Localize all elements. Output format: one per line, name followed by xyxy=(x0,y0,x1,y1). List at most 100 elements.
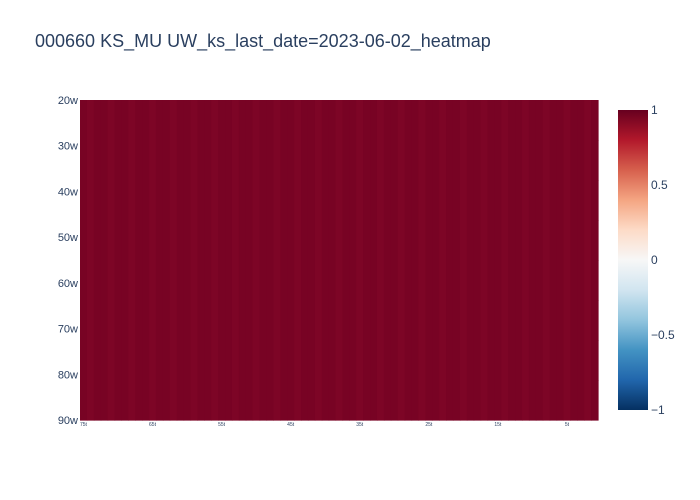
heatmap-cell xyxy=(114,260,123,301)
heatmap-cell xyxy=(487,380,495,421)
heatmap-cell xyxy=(162,180,171,221)
heatmap-cell xyxy=(301,260,309,301)
heatmap-cell xyxy=(273,340,281,381)
heatmap-cell xyxy=(432,100,440,141)
heatmap-cell xyxy=(446,340,454,381)
heatmap-cell xyxy=(452,140,461,181)
heatmap-cell xyxy=(114,220,123,261)
heatmap-cell xyxy=(183,300,192,341)
heatmap-cell xyxy=(577,100,585,141)
heatmap-cell xyxy=(252,220,261,261)
colorbar-tick-label: 1 xyxy=(651,103,658,117)
heatmap-cell xyxy=(287,260,295,301)
heatmap-cell xyxy=(342,180,350,221)
heatmap-cell xyxy=(508,220,516,261)
heatmap-cell xyxy=(494,220,502,261)
heatmap-cell xyxy=(542,140,551,181)
heatmap-cell xyxy=(556,220,565,261)
heatmap-cell xyxy=(314,180,323,221)
heatmap-cell xyxy=(231,220,240,261)
heatmap-cell xyxy=(231,300,240,341)
heatmap-cell xyxy=(218,220,226,261)
heatmap-cell xyxy=(466,380,475,421)
heatmap-cell xyxy=(231,180,240,221)
heatmap-cell xyxy=(80,260,88,301)
heatmap-cell xyxy=(142,140,150,181)
heatmap-cell xyxy=(556,100,565,141)
heatmap-cell xyxy=(452,180,461,221)
heatmap-cell xyxy=(390,220,399,261)
heatmap-cell xyxy=(294,300,302,341)
heatmap-cell xyxy=(577,260,585,301)
heatmap-cell xyxy=(549,300,558,341)
heatmap-cell xyxy=(452,380,461,421)
heatmap-cell xyxy=(307,220,316,261)
heatmap-cell xyxy=(335,380,344,421)
heatmap-cell xyxy=(204,260,212,301)
heatmap-cell xyxy=(114,340,123,381)
heatmap-cell xyxy=(211,140,219,181)
heatmap-cell xyxy=(204,100,212,141)
heatmap-cell xyxy=(149,100,157,141)
heatmap-cell xyxy=(211,260,219,301)
heatmap-cell xyxy=(466,140,475,181)
heatmap-cell xyxy=(487,140,495,181)
heatmap-cell xyxy=(204,300,212,341)
heatmap-cell xyxy=(528,380,537,421)
heatmap-cell xyxy=(515,380,523,421)
heatmap-cell xyxy=(584,260,592,301)
heatmap-cell xyxy=(183,380,192,421)
heatmap-cell xyxy=(335,340,344,381)
heatmap-cell xyxy=(556,260,565,301)
heatmap-cell xyxy=(287,180,295,221)
y-tick-label: 70w xyxy=(58,324,78,336)
x-tick-label: 55t xyxy=(218,422,226,428)
heatmap-cell xyxy=(349,220,357,261)
heatmap-cell xyxy=(473,380,482,421)
heatmap-cell xyxy=(584,100,592,141)
heatmap-cell xyxy=(584,220,592,261)
heatmap-cell xyxy=(335,260,344,301)
heatmap-cell xyxy=(238,300,247,341)
colorbar-tick-label: 0 xyxy=(651,253,658,267)
heatmap-cell xyxy=(494,260,502,301)
y-tick-label: 90w xyxy=(58,415,78,427)
heatmap-cell xyxy=(162,100,171,141)
colorbar-tick-label: 0.5 xyxy=(651,178,668,192)
heatmap-cell xyxy=(494,340,502,381)
heatmap-cell xyxy=(390,340,399,381)
heatmap-cell xyxy=(107,380,116,421)
heatmap-cell xyxy=(162,380,171,421)
heatmap-cell xyxy=(280,340,288,381)
heatmap-cell xyxy=(169,100,178,141)
heatmap-cell xyxy=(149,260,157,301)
heatmap-cell xyxy=(225,100,233,141)
heatmap-cell xyxy=(508,100,516,141)
heatmap-cell xyxy=(363,340,371,381)
heatmap-cell xyxy=(121,140,129,181)
heatmap-cell xyxy=(376,260,385,301)
heatmap-cell xyxy=(370,380,378,421)
heatmap-cell xyxy=(252,260,261,301)
heatmap-cell xyxy=(266,140,274,181)
heatmap-cell xyxy=(176,340,185,381)
heatmap-cell xyxy=(459,340,468,381)
heatmap-cell xyxy=(397,180,406,221)
heatmap-cell xyxy=(432,220,440,261)
heatmap-cell xyxy=(183,100,192,141)
heatmap-cell xyxy=(273,140,281,181)
heatmap-cell xyxy=(307,100,316,141)
heatmap-cell xyxy=(501,300,509,341)
heatmap-cell xyxy=(149,300,157,341)
heatmap-cell xyxy=(404,220,413,261)
heatmap-cell xyxy=(135,300,143,341)
heatmap-cell xyxy=(259,340,268,381)
heatmap-cell xyxy=(204,180,212,221)
heatmap-cell xyxy=(535,220,544,261)
heatmap-cell xyxy=(342,340,350,381)
heatmap-cell xyxy=(176,300,185,341)
heatmap-cell xyxy=(411,340,420,381)
heatmap-cell xyxy=(259,380,268,421)
heatmap-cell xyxy=(528,140,537,181)
heatmap-cells xyxy=(80,100,599,421)
